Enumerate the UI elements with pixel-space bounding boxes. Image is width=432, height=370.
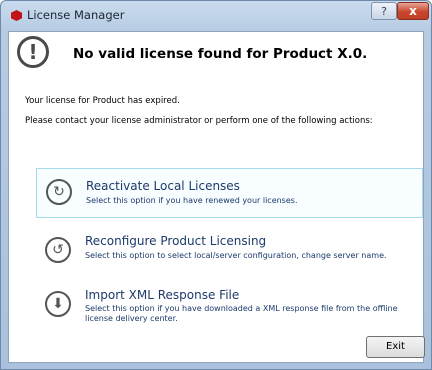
option-title: Reconfigure Product Licensing <box>85 234 267 248</box>
download-icon: ⬇ <box>45 291 71 317</box>
window-title: License Manager <box>27 8 125 22</box>
help-button[interactable]: ? <box>371 2 397 20</box>
option-reactivate-local-licenses[interactable]: ↻ Reactivate Local Licenses Select this … <box>36 168 423 218</box>
exclamation-circle-icon: ! <box>17 36 49 68</box>
option-title: Reactivate Local Licenses <box>86 179 240 193</box>
exit-button[interactable]: Exit <box>366 336 425 358</box>
option-reconfigure-product-licensing[interactable]: ↺ Reconfigure Product Licensing Select t… <box>36 229 423 271</box>
license-manager-window: License Manager ? x ! No valid license f… <box>0 0 432 370</box>
close-button[interactable]: x <box>397 2 429 20</box>
option-title: Import XML Response File <box>85 288 240 302</box>
undo-icon: ↺ <box>45 237 71 263</box>
instruction-message: Please contact your license administrato… <box>25 116 373 126</box>
option-description: Select this option if you have renewed y… <box>86 196 298 205</box>
page-title: No valid license found for Product X.0. <box>73 46 368 62</box>
title-bar[interactable]: License Manager ? x <box>1 1 431 31</box>
refresh-icon: ↻ <box>46 179 72 205</box>
option-description: Select this option to select local/serve… <box>85 251 387 260</box>
expired-message: Your license for Product has expired. <box>25 96 180 106</box>
dialog-content: ! No valid license found for Product X.0… <box>8 31 425 363</box>
option-description: Select this option if you have downloade… <box>85 304 398 323</box>
option-import-xml-response-file[interactable]: ⬇ Import XML Response File Select this o… <box>36 285 423 335</box>
app-icon <box>11 10 22 21</box>
